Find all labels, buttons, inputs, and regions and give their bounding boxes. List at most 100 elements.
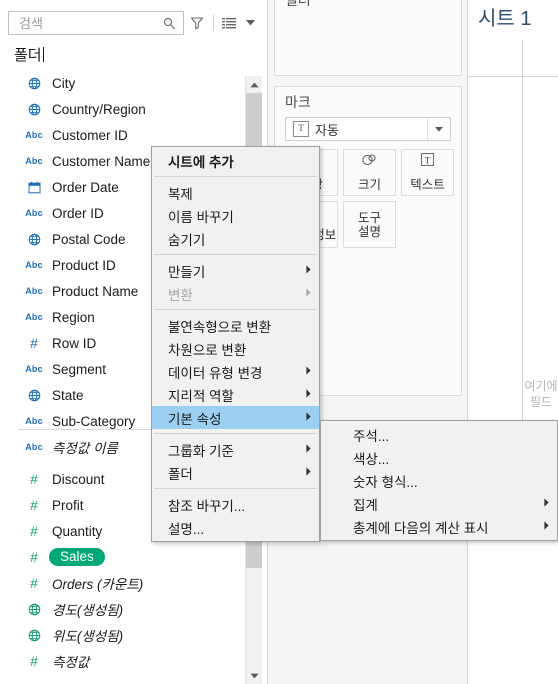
context-menu-item[interactable]: 지리적 역할 (152, 383, 319, 406)
context-menu-item[interactable]: 복제 (152, 181, 319, 204)
hash-icon: # (30, 497, 38, 513)
search-input[interactable] (17, 14, 161, 32)
submenu-item-label: 집계 (353, 497, 378, 513)
submenu-item-label: 색상... (353, 451, 390, 467)
chevron-down-icon[interactable] (427, 118, 450, 140)
chevron-right-icon (306, 412, 311, 423)
context-menu-item[interactable]: 기본 속성 (152, 406, 319, 429)
field-item-label: Customer ID (52, 127, 128, 143)
context-menu-item-label: 차원으로 변환 (168, 342, 247, 358)
field-item[interactable]: Abc Customer ID (0, 122, 245, 148)
field-item-label: Row ID (52, 335, 97, 351)
context-menu-item-label: 불연속형으로 변환 (168, 319, 272, 335)
context-menu-item-label: 그룹화 기준 (168, 443, 234, 459)
field-item-label: Postal Code (52, 231, 126, 247)
submenu-item[interactable]: 집계 (321, 492, 557, 515)
marks-size-label: 크기 (357, 178, 381, 192)
context-menu-item-label: 지리적 역할 (168, 388, 234, 404)
marks-card-title: 마크 (285, 94, 311, 110)
context-menu-item[interactable]: 이름 바꾸기 (152, 204, 319, 227)
field-item[interactable]: # Sales (0, 544, 245, 570)
chevron-right-icon (544, 498, 549, 509)
drop-field-hint-line2: 필드 (529, 395, 553, 409)
menu-separator (154, 488, 317, 489)
chevron-right-icon (306, 467, 311, 478)
field-item-label: City (52, 75, 76, 91)
hash-icon: # (30, 471, 38, 487)
chevron-right-icon (306, 265, 311, 276)
field-item[interactable]: # 측정값 (0, 648, 245, 674)
context-menu-item-label: 복제 (168, 186, 193, 202)
worksheet-pane: 시트 1 여기에 필드 (468, 0, 558, 684)
mark-type-select[interactable]: T 자동 (285, 117, 451, 141)
context-menu-item[interactable]: 불연속형으로 변환 (152, 314, 319, 337)
field-item[interactable]: # Orders (카운트) (0, 570, 245, 596)
field-item-label: Quantity (52, 523, 103, 539)
context-menu-item-label: 데이터 유형 변경 (168, 365, 263, 381)
drop-field-hint-line1: 여기에 (524, 379, 558, 393)
search-toolbar (8, 10, 258, 36)
column-shelf-divider (468, 76, 558, 77)
marks-tooltip-label-line2: 설명 (357, 224, 381, 239)
field-item-label: Orders (카운트) (52, 577, 144, 592)
scroll-up-arrow[interactable] (246, 76, 262, 93)
field-item-label: Country/Region (52, 101, 146, 117)
field-context-menu[interactable]: 시트에 추가 복제 이름 바꾸기 숨기기 만들기 변환 불연속형으로 변환 차원으로 변환 데이… (151, 146, 320, 542)
field-item[interactable]: Country/Region (0, 96, 245, 122)
search-box[interactable] (8, 11, 184, 35)
chevron-right-icon (306, 288, 311, 299)
abc-icon: Abc (25, 363, 43, 374)
menu-separator (154, 433, 317, 434)
field-item-label: State (52, 387, 84, 403)
search-icon (161, 11, 179, 35)
context-menu-item[interactable]: 설명... (152, 516, 319, 539)
chevron-right-icon (306, 366, 311, 377)
context-menu-item[interactable]: 만들기 (152, 259, 319, 282)
field-item[interactable]: 경도(생성됨) (0, 596, 245, 622)
context-menu-item[interactable]: 숨기기 (152, 227, 319, 250)
context-menu-item[interactable]: 참조 바꾸기... (152, 493, 319, 516)
field-item-label: 경도(생성됨) (52, 603, 124, 618)
context-menu-item[interactable]: 그룹화 기준 (152, 438, 319, 461)
mark-type-value: 자동 (315, 122, 339, 138)
context-menu-item-label: 폴더 (168, 466, 193, 482)
context-menu-item[interactable]: 데이터 유형 변경 (152, 360, 319, 383)
globe-icon (22, 603, 46, 616)
abc-icon: Abc (25, 155, 43, 166)
abc-icon: Abc (25, 259, 43, 270)
submenu-item[interactable]: 숫자 형식... (321, 469, 557, 492)
funnel-icon[interactable] (184, 11, 210, 35)
field-item[interactable]: 위도(생성됨) (0, 622, 245, 648)
abc-icon: Abc (25, 207, 43, 218)
field-item-label: Region (52, 309, 95, 325)
context-menu-item[interactable]: 시트에 추가 (152, 149, 319, 172)
submenu-item[interactable]: 총계에 다음의 계산 표시 (321, 515, 557, 538)
globe-icon (22, 233, 46, 246)
field-item-label: Profit (52, 497, 84, 513)
globe-icon (22, 629, 46, 642)
marks-tooltip-button[interactable]: 도구 설명 (343, 201, 396, 248)
abc-icon: Abc (25, 285, 43, 296)
globe-icon (22, 103, 46, 116)
field-item-label: 측정값 이름 (52, 441, 118, 456)
abc-icon: Abc (25, 441, 43, 452)
submenu-item-label: 주석... (353, 428, 390, 444)
submenu-item[interactable]: 주석... (321, 423, 557, 446)
marks-text-button[interactable]: T 텍스트 (401, 149, 454, 196)
marks-size-button[interactable]: 크기 (343, 149, 396, 196)
list-view-icon[interactable] (217, 11, 243, 35)
drop-field-hint[interactable]: 여기에 필드 (524, 378, 558, 410)
svg-text:T: T (425, 156, 431, 166)
hash-icon: # (30, 653, 38, 669)
scroll-down-arrow[interactable] (246, 667, 262, 684)
context-menu-item[interactable]: 차원으로 변환 (152, 337, 319, 360)
submenu-item[interactable]: 색상... (321, 446, 557, 469)
field-item[interactable]: City (0, 70, 245, 96)
sheet-title: 시트 1 (478, 8, 532, 30)
abc-icon: Abc (25, 129, 43, 140)
chevron-down-icon[interactable] (242, 11, 258, 35)
context-menu-item[interactable]: 폴더 (152, 461, 319, 484)
default-properties-submenu[interactable]: 주석... 색상... 숫자 형식... 집계총계에 다음의 계산 표시 (320, 420, 558, 541)
context-menu-item-label: 참조 바꾸기... (168, 498, 246, 514)
hash-icon: # (30, 549, 38, 565)
